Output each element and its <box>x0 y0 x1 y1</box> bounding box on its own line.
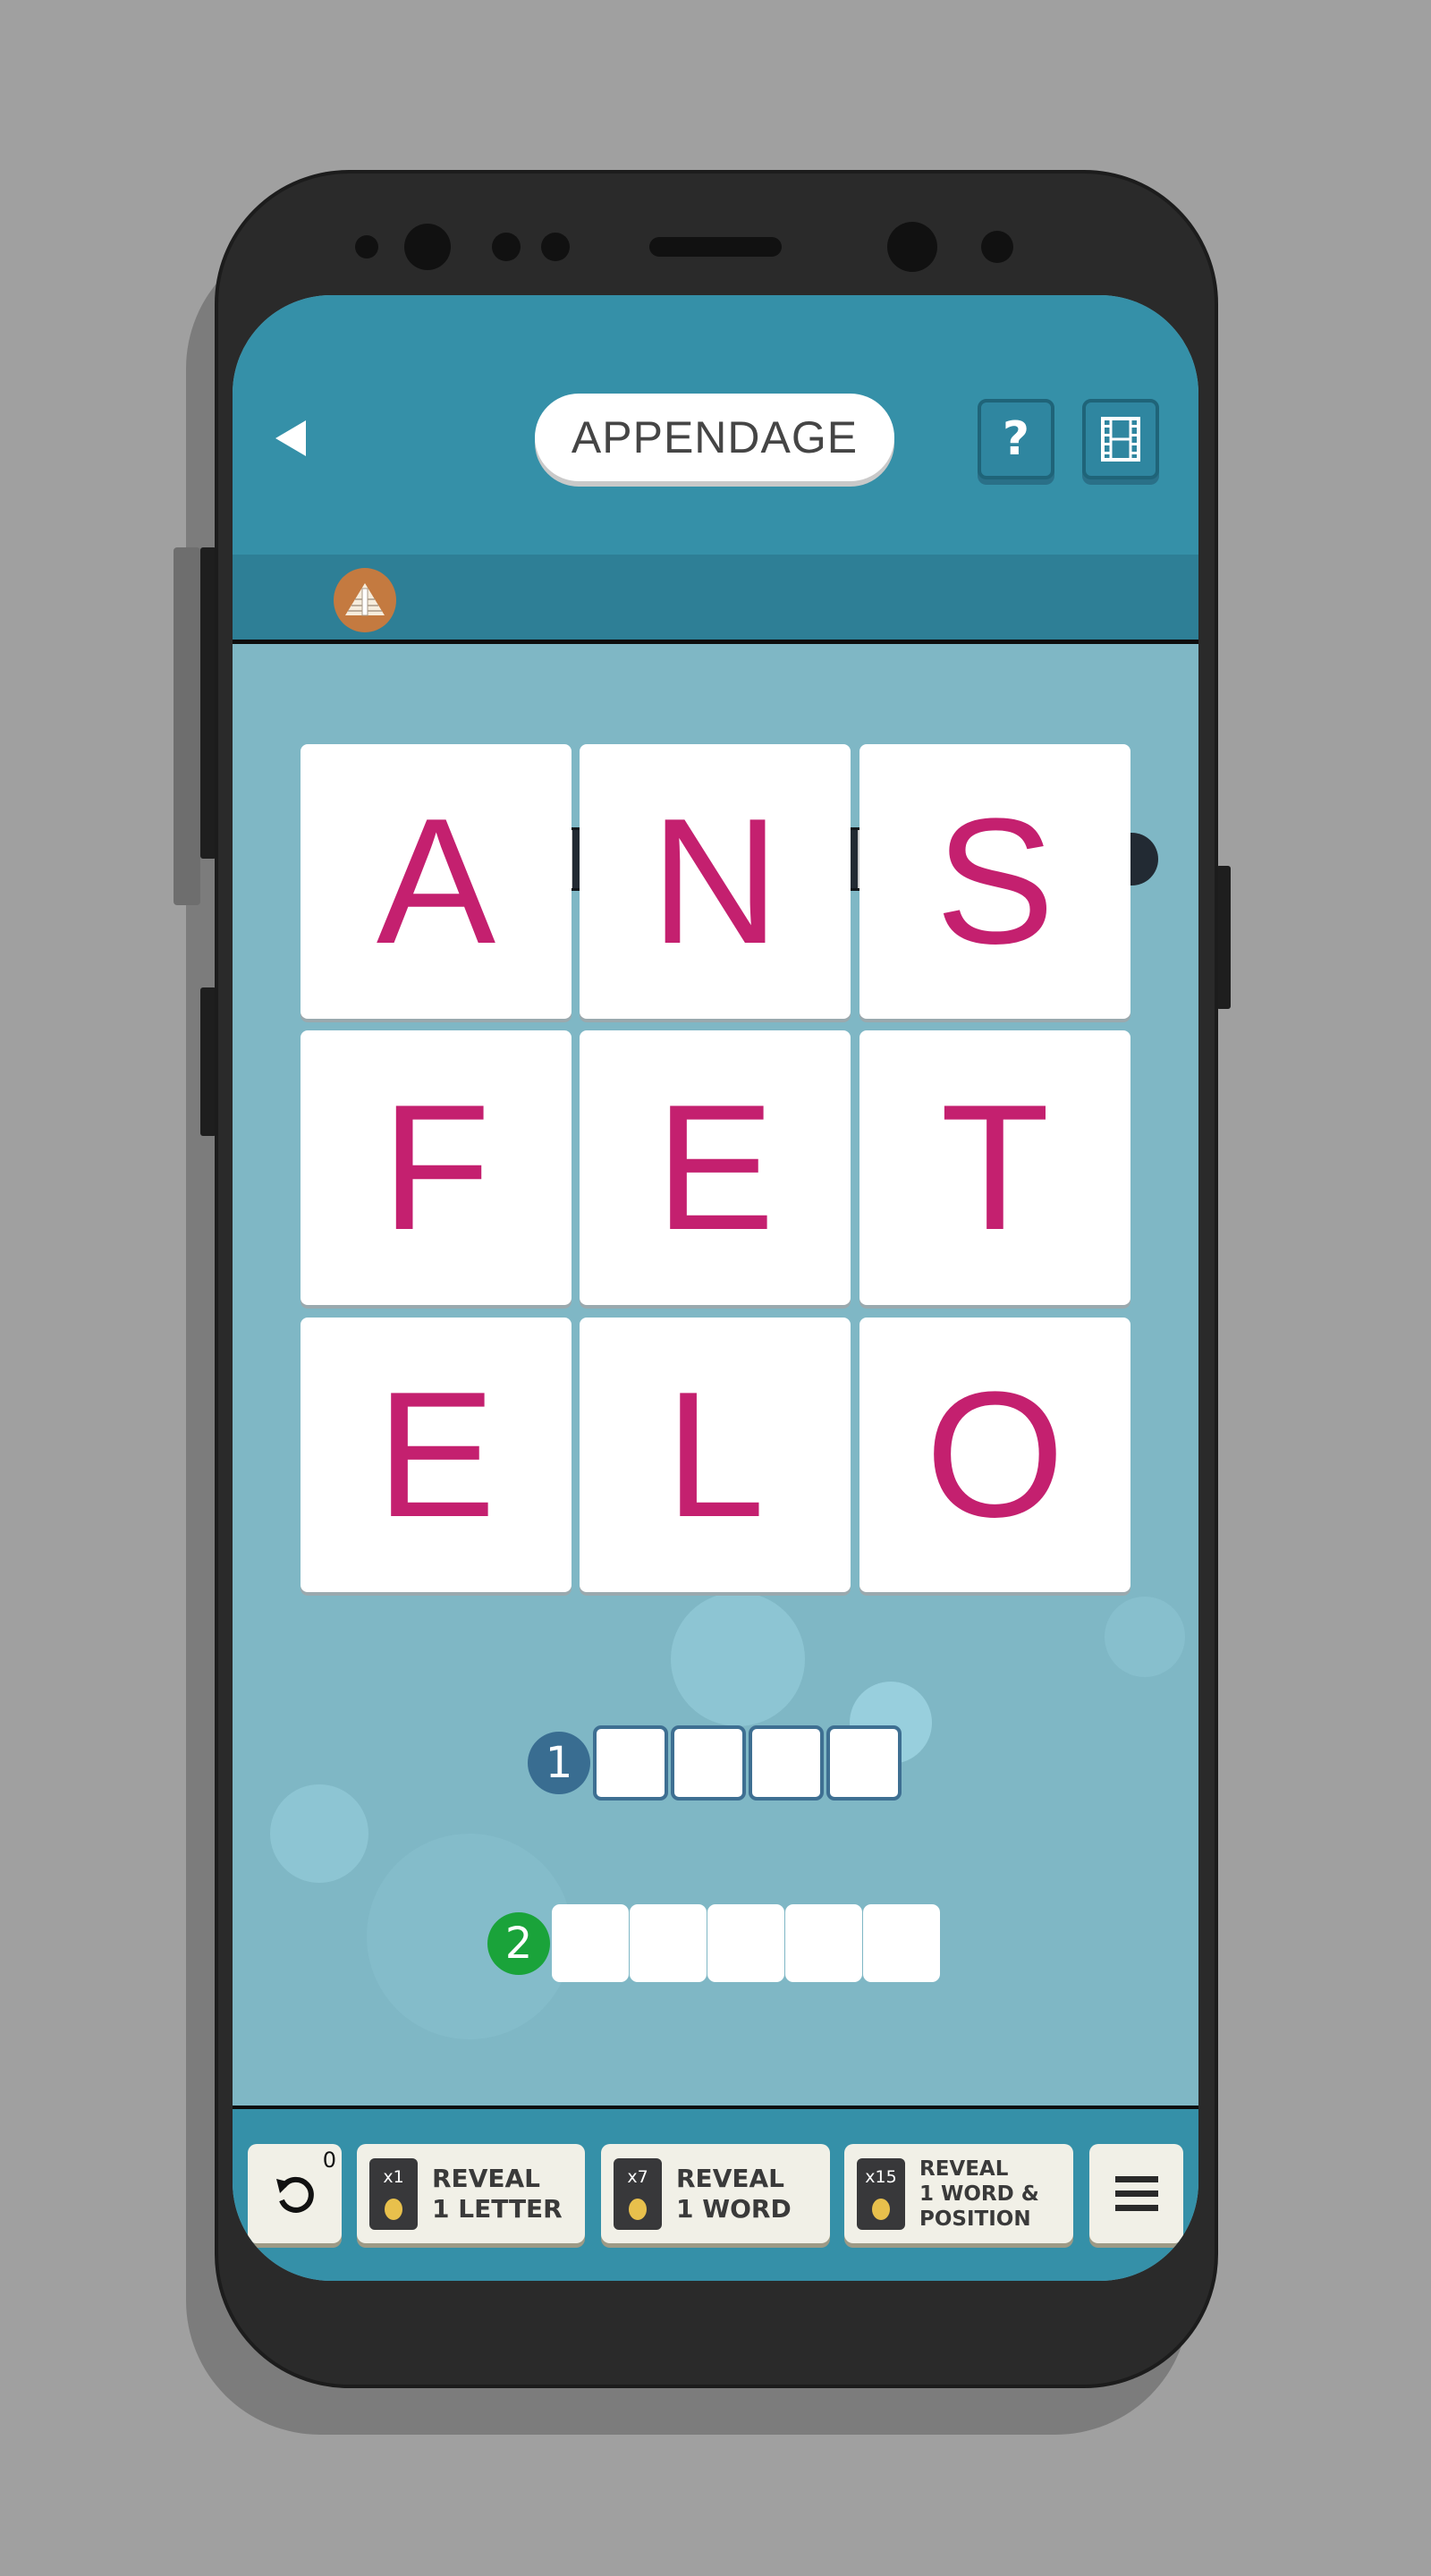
undo-count: 0 <box>322 2148 336 2173</box>
divider <box>233 640 1198 644</box>
answer-slot[interactable] <box>671 1725 746 1801</box>
price-tag: x7 <box>614 2157 662 2230</box>
letter-tile[interactable]: A <box>301 744 572 1019</box>
letter-tile[interactable]: N <box>580 744 851 1019</box>
sensor-icon <box>981 231 1013 263</box>
sensor-icon <box>492 233 521 261</box>
level-badge <box>334 568 396 632</box>
answer-slot[interactable] <box>630 1904 707 1982</box>
bokeh <box>1105 1597 1185 1677</box>
video-button[interactable] <box>1082 399 1159 479</box>
game-screen: APPENDAGE ? 29 ★ ANSFETELO 1 2 0 x1 REVE… <box>233 295 1198 2281</box>
label-line: REVEAL <box>432 2163 540 2193</box>
price-tag: x1 <box>369 2157 418 2230</box>
answer-slot[interactable] <box>863 1904 940 1982</box>
letter-tile[interactable]: E <box>301 1318 572 1592</box>
cost: x7 <box>627 2167 648 2187</box>
label: REVEAL 1 WORD & POSITION <box>919 2157 1039 2232</box>
label-line: 1 WORD & <box>919 2182 1039 2206</box>
word-number-1: 1 <box>528 1732 590 1794</box>
speaker-grille <box>649 237 782 257</box>
coin-icon <box>385 2199 402 2220</box>
sensor-icon <box>355 235 378 258</box>
label: REVEAL 1 WORD <box>676 2164 792 2224</box>
letter-tile[interactable]: S <box>859 744 1130 1019</box>
word-number-2: 2 <box>487 1912 550 1975</box>
answer-slot[interactable] <box>707 1904 784 1982</box>
question-icon: ? <box>1002 412 1030 466</box>
header: APPENDAGE ? <box>233 295 1198 555</box>
page-title: APPENDAGE <box>535 394 894 481</box>
menu-button[interactable] <box>1089 2144 1183 2243</box>
power-button <box>1216 866 1231 1009</box>
price-tag: x15 <box>857 2157 905 2230</box>
reveal-word-button[interactable]: x7 REVEAL 1 WORD <box>601 2144 830 2243</box>
label-line: 1 LETTER <box>432 2193 563 2224</box>
answer-slot[interactable] <box>826 1725 902 1801</box>
letter-tile[interactable]: F <box>301 1030 572 1305</box>
answer-slot[interactable] <box>749 1725 824 1801</box>
cost: x15 <box>865 2167 897 2187</box>
label-line: REVEAL <box>919 2157 1009 2181</box>
camera-icon <box>887 222 937 272</box>
label: REVEAL 1 LETTER <box>432 2164 563 2224</box>
pyramid-icon <box>345 583 385 616</box>
letter-tile[interactable]: L <box>580 1318 851 1592</box>
coin-icon <box>872 2199 890 2220</box>
letter-tile[interactable]: O <box>859 1318 1130 1592</box>
reveal-letter-button[interactable]: x1 REVEAL 1 LETTER <box>357 2144 585 2243</box>
hamburger-icon <box>1114 2205 1158 2211</box>
label-line: REVEAL <box>676 2163 784 2193</box>
label-line: POSITION <box>919 2207 1031 2231</box>
label-line: 1 WORD <box>676 2193 792 2224</box>
back-arrow-icon[interactable] <box>275 420 306 456</box>
hamburger-icon <box>1114 2176 1158 2182</box>
reveal-word-position-button[interactable]: x15 REVEAL 1 WORD & POSITION <box>844 2144 1073 2243</box>
hamburger-icon <box>1114 2190 1158 2197</box>
camera-icon <box>404 224 451 270</box>
letter-tile[interactable]: T <box>859 1030 1130 1305</box>
cost: x1 <box>383 2167 404 2187</box>
sensor-icon <box>541 233 570 261</box>
coin-icon <box>629 2199 647 2220</box>
film-icon <box>1101 417 1140 462</box>
undo-icon <box>275 2176 314 2213</box>
answer-slot[interactable] <box>552 1904 629 1982</box>
help-button[interactable]: ? <box>978 399 1054 479</box>
letter-tile[interactable]: E <box>580 1030 851 1305</box>
side-shadow <box>174 547 200 905</box>
status-bar: 29 ★ <box>233 555 1198 891</box>
answer-slot[interactable] <box>785 1904 862 1982</box>
undo-button[interactable]: 0 <box>248 2144 342 2243</box>
answer-slot[interactable] <box>593 1725 668 1801</box>
bokeh <box>270 1784 368 1883</box>
bokeh <box>671 1592 805 1726</box>
